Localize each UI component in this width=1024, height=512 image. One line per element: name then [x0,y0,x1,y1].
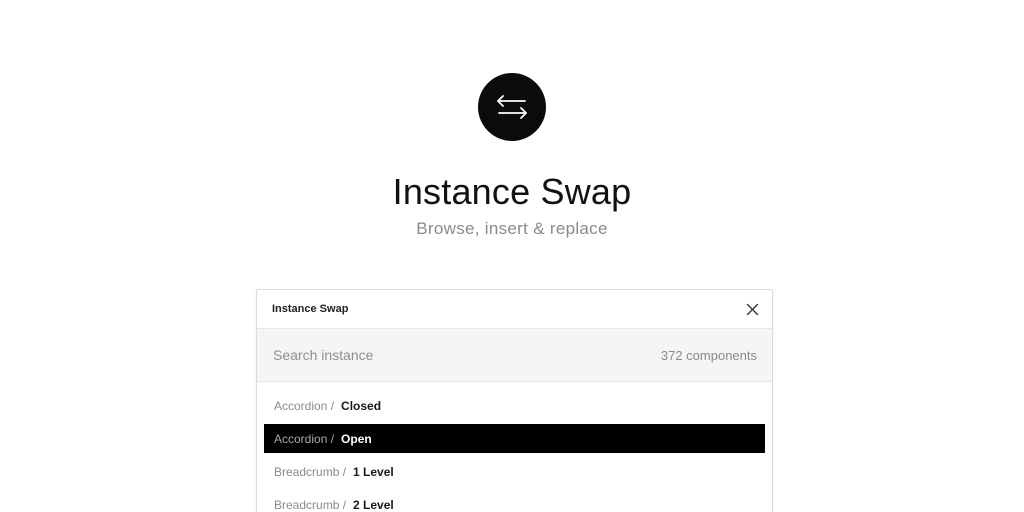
list-item-path: Breadcrumb / [274,464,347,479]
search-input[interactable] [273,347,573,363]
component-list: Accordion / Closed Accordion / Open Brea… [257,382,772,512]
swap-arrows-icon [478,73,546,141]
page-subtitle: Browse, insert & replace [416,219,608,238]
list-item-name: Open [341,431,372,446]
instance-swap-panel: Instance Swap 372 components Accordion /… [256,289,773,512]
list-item-breadcrumb-1-level[interactable]: Breadcrumb / 1 Level [264,457,765,486]
component-count: 372 components [660,347,757,363]
list-item-accordion-closed[interactable]: Accordion / Closed [264,391,765,420]
list-item-accordion-open[interactable]: Accordion / Open [264,424,765,453]
close-icon [746,303,758,315]
search-row: 372 components [257,329,772,382]
list-item-breadcrumb-2-level[interactable]: Breadcrumb / 2 Level [264,490,765,512]
page: Instance Swap Browse, insert & replace I… [0,0,1024,512]
panel-title: Instance Swap [272,303,349,315]
list-item-name: Closed [341,398,382,413]
list-item-path: Accordion / [274,431,335,446]
list-item-name: 2 Level [353,497,394,512]
close-button[interactable] [744,301,760,317]
list-item-path: Accordion / [274,398,335,413]
page-title: Instance Swap [392,171,632,212]
panel-header: Instance Swap [257,290,772,329]
list-item-name: 1 Level [353,464,394,479]
list-item-path: Breadcrumb / [274,497,347,512]
